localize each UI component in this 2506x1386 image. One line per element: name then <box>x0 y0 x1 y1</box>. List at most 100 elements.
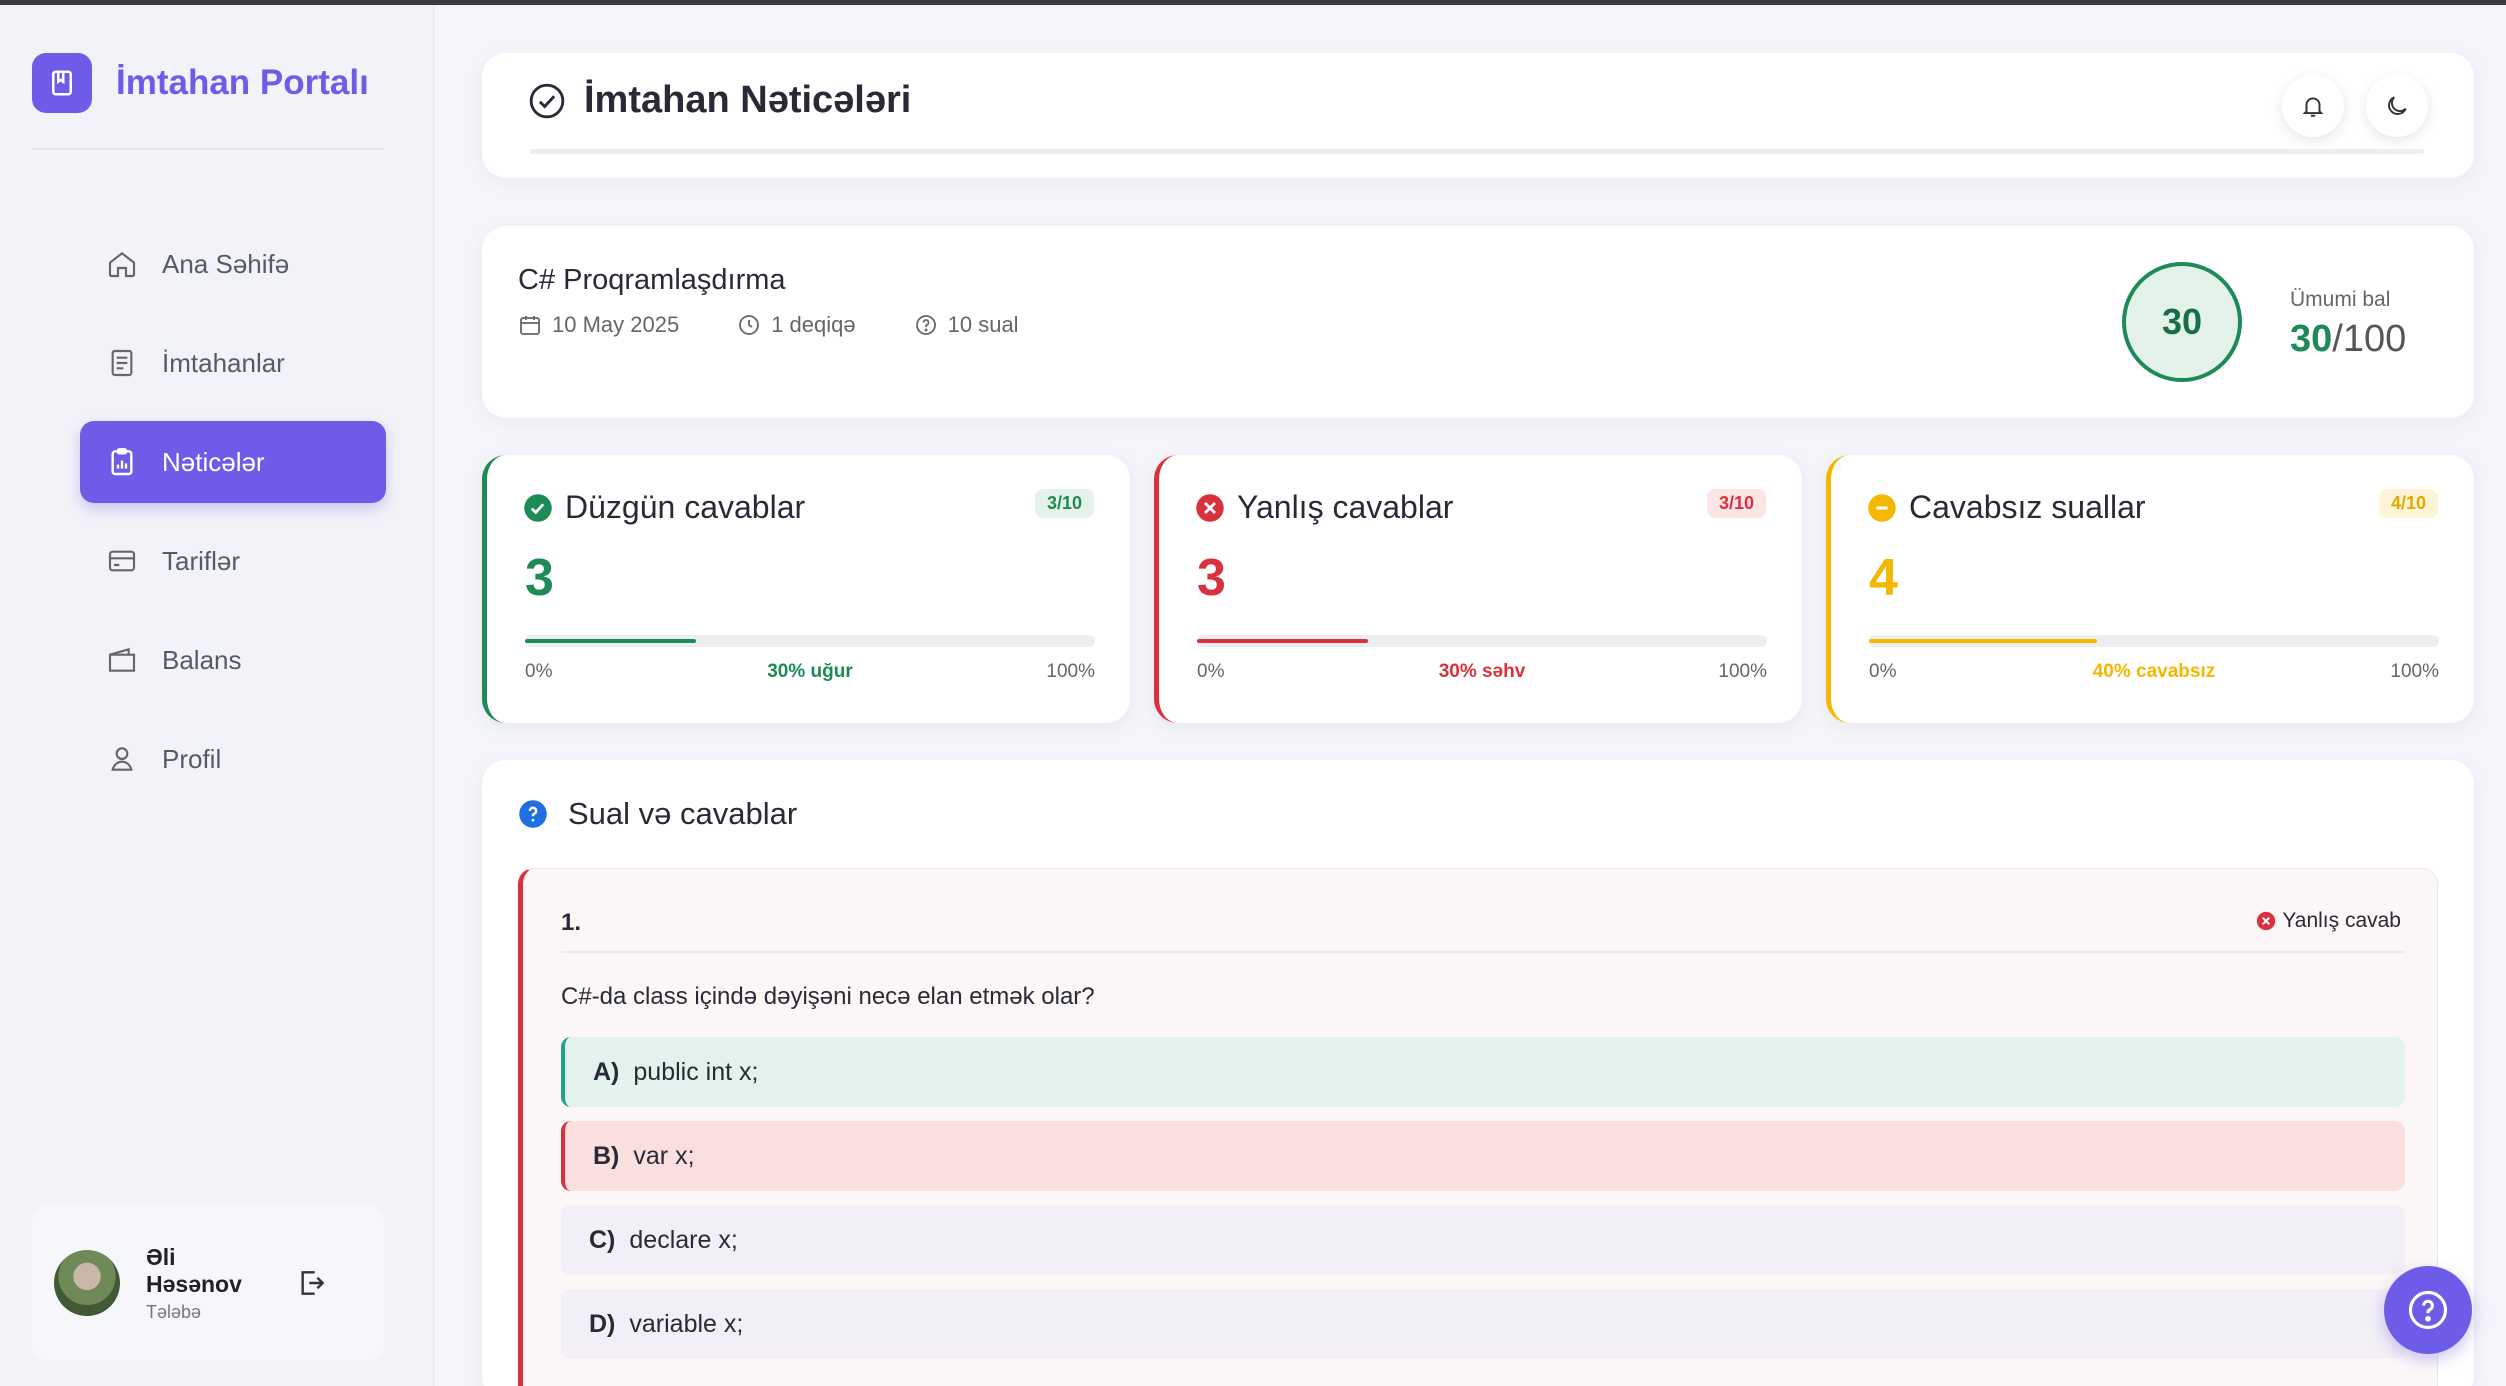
stat-value: 4 <box>1869 549 1898 607</box>
answer-option-d[interactable]: D) variable x; <box>561 1289 2405 1359</box>
progress-fill <box>1869 639 2097 643</box>
sidebar-item-label: Profil <box>162 743 222 774</box>
sidebar-item-label: Ana Səhifə <box>162 248 290 279</box>
check-circle-filled-icon <box>524 493 552 522</box>
sidebar-item-exams[interactable]: İmtahanlar <box>80 322 386 404</box>
sidebar-item-label: İmtahanlar <box>162 347 285 378</box>
user-icon <box>111 747 133 771</box>
progress-label: 40% cavabsız <box>2092 661 2216 682</box>
stat-value: 3 <box>525 549 554 607</box>
theme-toggle-button[interactable] <box>2366 75 2428 137</box>
progress-fill <box>1197 639 1368 643</box>
progress-max: 100% <box>1718 661 1767 682</box>
sidebar-item-profile[interactable]: Profil <box>80 718 386 800</box>
sidebar-item-label: Balans <box>162 644 242 675</box>
exam-date: 10 May 2025 <box>552 312 680 337</box>
question-divider <box>561 951 2405 953</box>
book-icon <box>32 53 92 113</box>
answer-option-c[interactable]: C) declare x; <box>561 1205 2405 1275</box>
score-circle: 30 <box>2122 262 2242 382</box>
option-text: declare x; <box>629 1225 738 1254</box>
question-status-label: Yanlış cavab <box>2282 909 2401 932</box>
score-points: 30 <box>2290 318 2333 360</box>
sidebar-item-results[interactable]: Nəticələr <box>80 421 386 503</box>
sidebar-item-home[interactable]: Ana Səhifə <box>80 223 386 305</box>
stat-card-correct: Düzgün cavablar 3/10 3 0% 30% uğur 100% <box>482 455 1130 723</box>
option-letter: D) <box>589 1309 616 1338</box>
question-text: C#-da class içində dəyişəni necə elan et… <box>561 983 1095 1010</box>
wallet-icon <box>108 647 136 672</box>
calendar-icon <box>520 316 540 335</box>
bell-icon <box>2302 97 2324 117</box>
stat-title: Cavabsız suallar <box>1909 489 2146 525</box>
stat-badge: 3/10 <box>1706 489 1766 518</box>
page-header: İmtahan Nəticələri <box>482 53 2474 178</box>
help-circle-icon <box>519 800 547 828</box>
answer-option-a[interactable]: A) public int x; <box>561 1037 2405 1107</box>
section-title: Sual və cavablar <box>568 796 798 831</box>
option-text: var x; <box>633 1141 695 1170</box>
sidebar-item-balance[interactable]: Balans <box>80 619 386 701</box>
question-number: 1. <box>561 909 582 936</box>
help-fab-button[interactable] <box>2384 1266 2472 1354</box>
minus-circle-icon <box>1868 493 1896 522</box>
brand-divider <box>32 148 384 150</box>
notifications-button[interactable] <box>2282 75 2344 137</box>
document-list-icon <box>111 349 133 377</box>
progress-max: 100% <box>1046 661 1095 682</box>
option-letter: B) <box>593 1141 620 1170</box>
progress-bar <box>1197 635 1767 647</box>
stat-card-unanswered: Cavabsız suallar 4/10 4 0% 40% cavabsız … <box>1826 455 2474 723</box>
progress-label: 30% uğur <box>767 661 853 682</box>
stat-badge: 3/10 <box>1034 489 1094 518</box>
exam-question-count: 10 sual <box>947 312 1019 337</box>
answer-options: A) public int x; B) var x; C) declare x; D)… <box>561 1037 2405 1373</box>
progress-fill <box>525 639 696 643</box>
exam-duration: 1 deqiqə <box>771 312 856 337</box>
brand-title: İmtahan Portalı <box>116 63 369 102</box>
sidebar-item-tariffs[interactable]: Tariflər <box>80 520 386 602</box>
question-circle-icon <box>915 315 936 335</box>
progress-label: 30% səhv <box>1438 661 1526 682</box>
user-card: Əli Həsənov Tələbə <box>32 1205 384 1361</box>
check-circle-icon <box>529 83 565 118</box>
exam-summary: C# Proqramlaşdırma 10 May 2025 1 deqiqə … <box>482 226 2474 418</box>
sidebar-item-label: Nəticələr <box>162 446 265 477</box>
page-title: İmtahan Nəticələri <box>584 79 912 121</box>
help-icon <box>2408 1290 2448 1330</box>
moon-icon <box>2388 96 2407 115</box>
sidebar-item-label: Tariflər <box>162 545 241 576</box>
progress-max: 100% <box>2390 661 2439 682</box>
user-name: Əli Həsənov <box>146 1243 242 1297</box>
user-role: Tələbə <box>146 1301 202 1322</box>
sidebar-nav: Ana Səhifə İmtahanlar Nəticələr Tariflər… <box>80 223 386 817</box>
score-label: Ümumi bal <box>2290 288 2391 311</box>
stat-badge: 4/10 <box>2378 489 2438 518</box>
header-divider <box>530 149 2424 154</box>
option-text: variable x; <box>629 1309 744 1338</box>
brand[interactable]: İmtahan Portalı <box>32 53 369 113</box>
logout-icon[interactable] <box>296 1267 328 1299</box>
progress-bar <box>1869 635 2439 647</box>
score-value: 30/100 <box>2290 318 2406 361</box>
option-letter: A) <box>593 1057 620 1086</box>
clipboard-chart-icon <box>111 448 133 476</box>
answer-option-b[interactable]: B) var x; <box>561 1121 2405 1191</box>
score-total: /100 <box>2332 318 2407 360</box>
option-letter: C) <box>589 1225 616 1254</box>
sidebar: İmtahan Portalı Ana Səhifə İmtahanlar Nə… <box>0 5 434 1386</box>
x-circle-icon <box>1196 493 1224 522</box>
clock-icon <box>739 315 760 335</box>
x-circle-icon <box>2257 911 2276 931</box>
option-text: public int x; <box>633 1057 759 1086</box>
credit-card-icon <box>108 550 136 572</box>
question-status: Yanlış cavab <box>2256 909 2401 933</box>
stat-title: Yanlış cavablar <box>1237 489 1454 525</box>
stat-card-wrong: Yanlış cavablar 3/10 3 0% 30% səhv 100% <box>1154 455 1802 723</box>
exam-meta: 10 May 2025 1 deqiqə 10 sual <box>518 312 1077 338</box>
home-icon <box>108 251 136 278</box>
stat-value: 3 <box>1197 549 1226 607</box>
questions-section: Sual və cavablar 1. Yanlış cavab C#-da c… <box>482 760 2474 1386</box>
avatar[interactable] <box>54 1250 120 1316</box>
question-card: 1. Yanlış cavab C#-da class içində dəyiş… <box>518 868 2438 1386</box>
